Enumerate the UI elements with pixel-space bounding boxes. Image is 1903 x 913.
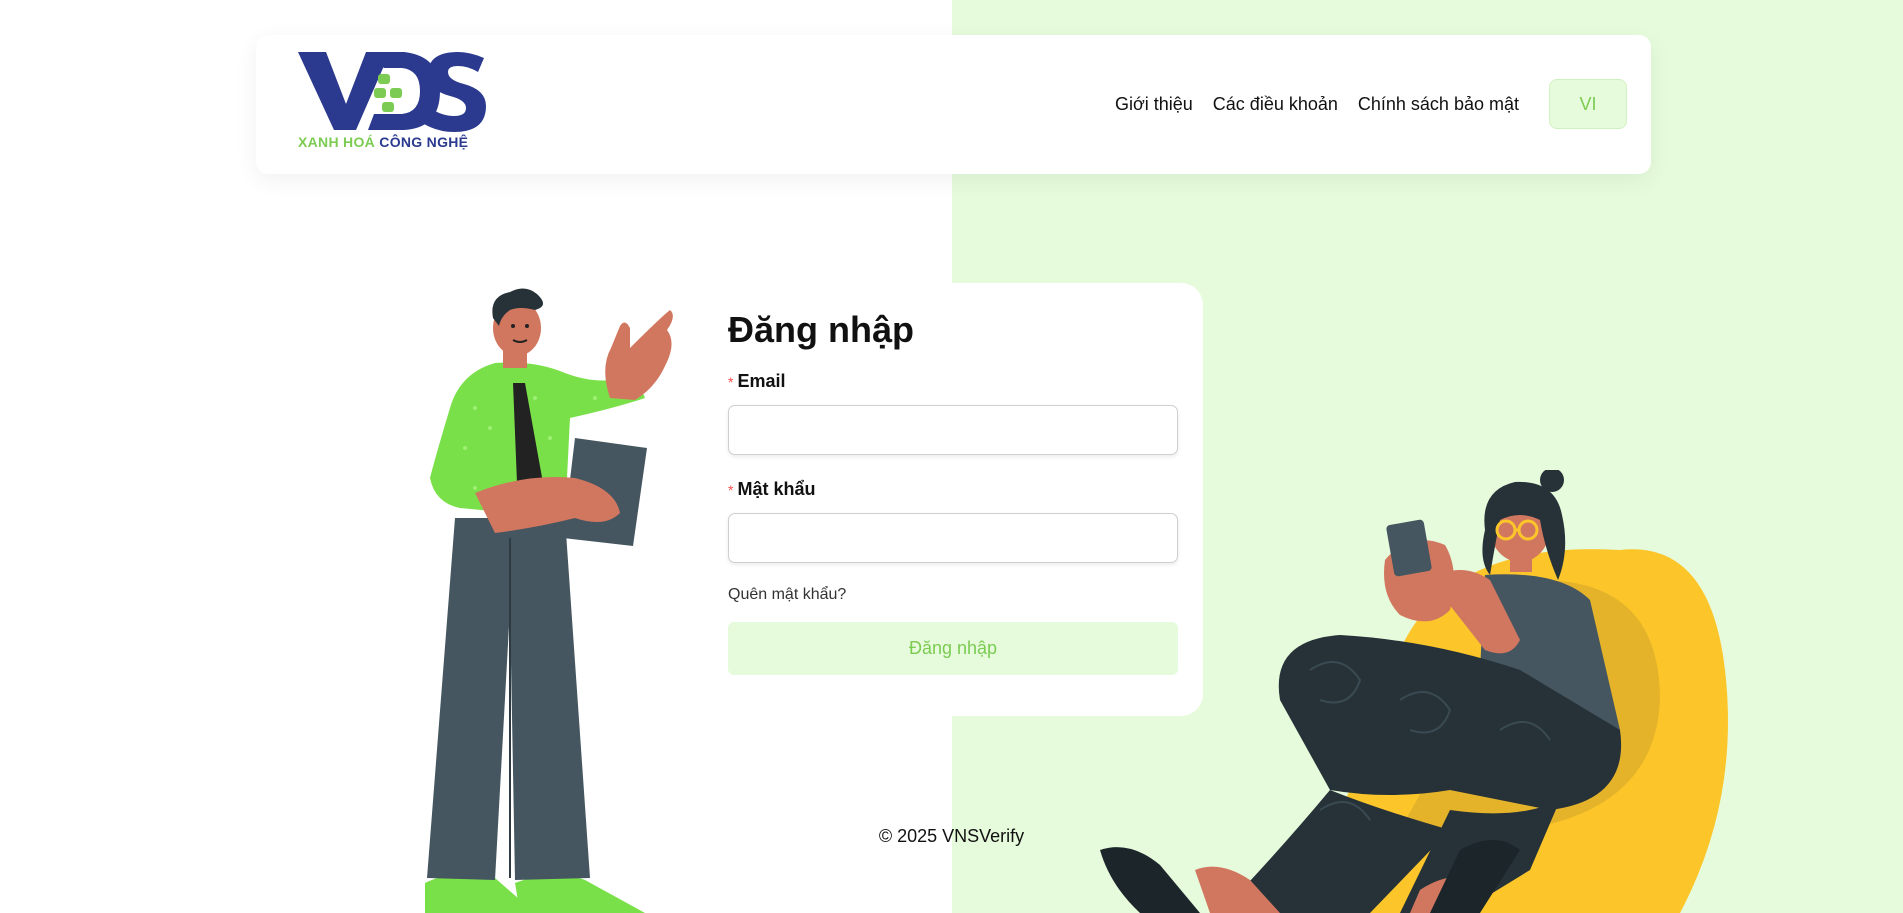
logo[interactable]: XANH HOÁ CÔNG NGHỆ: [298, 52, 488, 152]
email-field[interactable]: [728, 405, 1178, 455]
login-card: Đăng nhập * Email * Mật khẩu Quên mật khẩu…: [703, 283, 1203, 716]
forgot-password-link[interactable]: Quên mật khẩu?: [728, 586, 846, 604]
language-button[interactable]: VI: [1549, 79, 1627, 129]
vds-logo-mark: [298, 52, 486, 132]
header-bar: XANH HOÁ CÔNG NGHỆ Giới thiệu Các điều k…: [256, 35, 1651, 174]
login-title: Đăng nhập: [728, 309, 914, 350]
required-mark: *: [728, 374, 734, 390]
nav-link-privacy[interactable]: Chính sách bảo mật: [1358, 94, 1519, 115]
required-mark: *: [728, 482, 734, 498]
password-field[interactable]: [728, 513, 1178, 563]
top-nav: Giới thiệu Các điều khoản Chính sách bảo…: [1115, 79, 1627, 129]
nav-link-about[interactable]: Giới thiệu: [1115, 94, 1193, 115]
login-submit-button[interactable]: Đăng nhập: [728, 622, 1178, 675]
password-label: * Mật khẩu: [728, 479, 816, 499]
logo-tagline: XANH HOÁ CÔNG NGHỆ: [298, 134, 469, 150]
man-pointing-illustration: [425, 288, 673, 913]
nav-link-terms[interactable]: Các điều khoản: [1213, 94, 1338, 115]
email-label: * Email: [728, 371, 786, 391]
footer-copyright: © 2025 VNSVerify: [878, 826, 1025, 846]
